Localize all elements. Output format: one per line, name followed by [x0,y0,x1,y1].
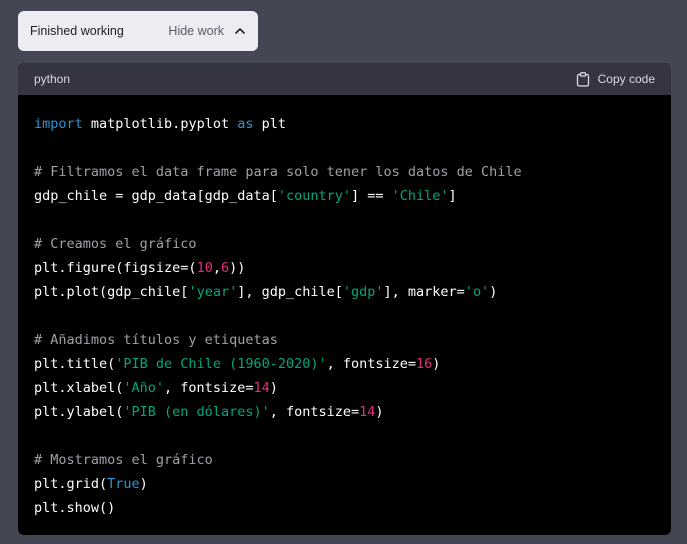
keyword-token: as [237,116,254,132]
code-token: plt [253,116,286,132]
copy-code-button[interactable]: Copy code [576,71,655,87]
string-token: 'o' [464,284,490,300]
string-token: 'year' [188,284,238,300]
clipboard-icon [576,71,589,87]
code-line: plt.show() [34,496,655,520]
code-token: gdp_chile = gdp_data[gdp_data[ [34,188,278,204]
code-line: # Mostramos el gráfico [34,448,655,472]
code-token: , fontsize= [326,356,417,372]
code-token: plt.title( [34,356,116,372]
code-language-label: python [34,72,71,86]
number-token: 10 [196,260,213,276]
number-token: 6 [220,260,230,276]
chevron-up-icon [235,28,245,34]
code-token: ], gdp_chile[ [237,284,343,300]
code-line: # Creamos el gráfico [34,232,655,256]
code-token: ) [139,476,148,492]
code-token: ] [448,188,457,204]
code-token: ) [375,404,384,420]
code-token: , fontsize= [269,404,360,420]
code-token: ], marker= [383,284,465,300]
number-token: 14 [359,404,376,420]
code-line: plt.figure(figsize=(10,6)) [34,256,655,280]
code-line: plt.plot(gdp_chile['year'], gdp_chile['g… [34,280,655,304]
hide-work-button[interactable]: Hide work [168,24,246,38]
string-token: 'country' [277,188,351,204]
string-token: 'PIB de Chile (1960-2020)' [115,356,327,372]
code-token: , [212,260,221,276]
hide-work-label: Hide work [168,24,224,38]
comment-token: # Creamos el gráfico [34,236,197,252]
work-status-label: Finished working [30,24,124,38]
code-line: plt.xlabel('Año', fontsize=14) [34,376,655,400]
code-token: plt.plot(gdp_chile[ [34,284,189,300]
string-token: 'PIB (en dólares)' [123,404,270,420]
number-token: 14 [253,380,270,396]
code-token: matplotlib.pyplot [82,116,238,132]
code-header: python Copy code [18,63,671,95]
code-line: plt.ylabel('PIB (en dólares)', fontsize=… [34,400,655,424]
code-token: ) [489,284,498,300]
code-token: plt.figure(figsize=( [34,260,197,276]
code-line: # Filtramos el data frame para solo tene… [34,160,655,184]
code-line: # Añadimos títulos y etiquetas [34,328,655,352]
code-block: python Copy code import matplotlib.pyplo… [18,63,671,535]
keyword-token: True [107,476,140,492]
code-line: gdp_chile = gdp_data[gdp_data['country']… [34,184,655,208]
code-line: import matplotlib.pyplot as plt [34,112,655,136]
code-token: plt.grid( [34,476,108,492]
code-token: plt.ylabel( [34,404,124,420]
keyword-token: import [34,116,83,132]
code-token: )) [229,260,246,276]
comment-token: # Filtramos el data frame para solo tene… [34,164,522,180]
string-token: 'Año' [123,380,165,396]
work-status-bar: Finished working Hide work [18,11,258,51]
comment-token: # Añadimos títulos y etiquetas [34,332,278,348]
code-token: ] == [351,188,392,204]
string-token: 'Chile' [391,188,449,204]
code-token: ) [432,356,441,372]
string-token: 'gdp' [342,284,384,300]
number-token: 16 [416,356,433,372]
code-token: plt.show() [34,500,116,516]
code-token: ) [269,380,278,396]
code-line: plt.grid(True) [34,472,655,496]
comment-token: # Mostramos el gráfico [34,452,213,468]
copy-code-label: Copy code [597,72,655,86]
code-body: import matplotlib.pyplot as plt # Filtra… [18,95,671,520]
code-token: , fontsize= [164,380,254,396]
code-token: plt.xlabel( [34,380,124,396]
code-line: plt.title('PIB de Chile (1960-2020)', fo… [34,352,655,376]
